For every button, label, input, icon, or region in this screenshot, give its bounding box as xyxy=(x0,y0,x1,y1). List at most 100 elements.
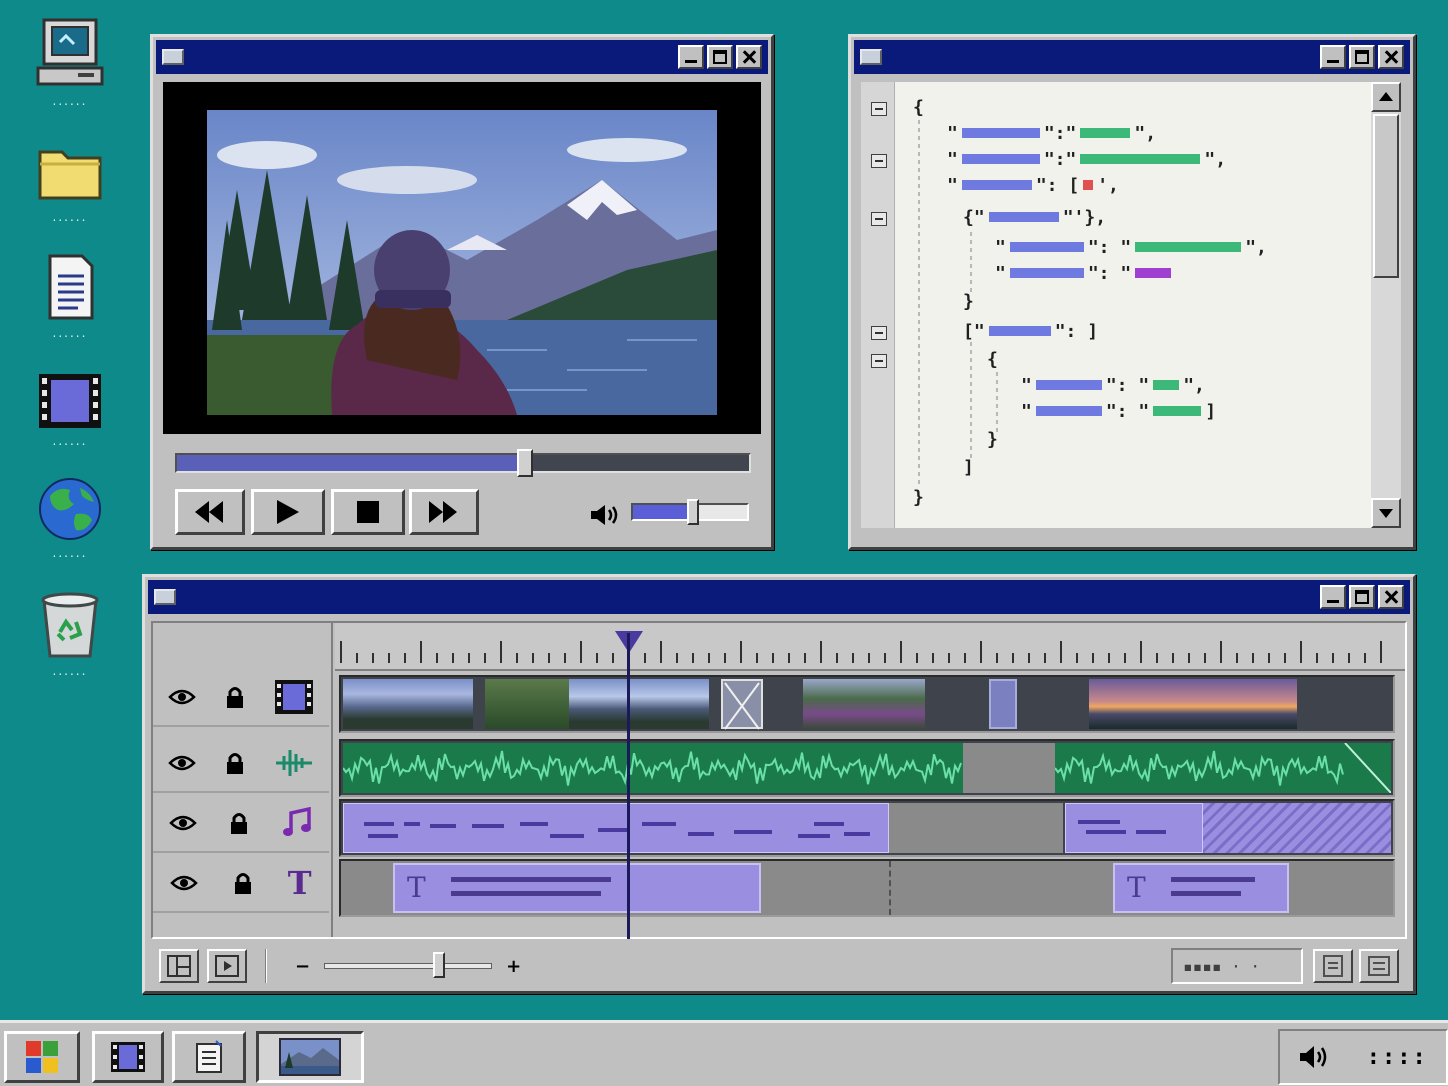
stop-button[interactable] xyxy=(331,489,405,535)
arrow-down-icon xyxy=(1379,509,1393,518)
seek-bar[interactable] xyxy=(175,449,751,477)
text-clip[interactable]: T xyxy=(1113,863,1289,913)
start-button[interactable] xyxy=(4,1031,80,1083)
music-clip-fade[interactable] xyxy=(1203,803,1391,853)
lock-icon[interactable] xyxy=(233,871,253,895)
seek-progress xyxy=(177,455,521,471)
scroll-up-button[interactable] xyxy=(1371,82,1401,112)
text-lane[interactable]: T T xyxy=(339,859,1395,917)
desktop-icon-computer[interactable]: ...... xyxy=(28,18,112,118)
audio-clip[interactable] xyxy=(1054,742,1392,794)
volume-level xyxy=(633,505,693,519)
lock-icon[interactable] xyxy=(225,751,245,775)
transition-clip[interactable] xyxy=(721,679,763,730)
desktop-icon-video[interactable]: ...... xyxy=(28,372,112,472)
video-thumbnail-icon xyxy=(279,1038,341,1076)
eye-icon[interactable] xyxy=(170,874,199,892)
seek-thumb[interactable] xyxy=(517,449,533,477)
taskbar-media-player[interactable] xyxy=(256,1031,364,1083)
zoom-slider[interactable] xyxy=(324,952,493,978)
close-button[interactable] xyxy=(1378,45,1404,69)
video-screen[interactable] xyxy=(163,82,761,434)
maximize-button[interactable] xyxy=(1349,45,1375,69)
close-button[interactable] xyxy=(736,45,762,69)
computer-icon xyxy=(36,18,104,86)
globe-icon xyxy=(39,478,101,540)
code-line: } xyxy=(913,486,924,508)
time-ruler[interactable] xyxy=(335,623,1405,671)
waveform-icon xyxy=(276,750,313,776)
code-line: " ": "] xyxy=(1021,400,1217,422)
zoom-in-button[interactable]: + xyxy=(506,956,521,977)
music-clip[interactable] xyxy=(1065,803,1203,853)
vertical-scrollbar[interactable] xyxy=(1371,82,1401,528)
zoom-thumb[interactable] xyxy=(433,952,446,978)
properties-button[interactable] xyxy=(1313,949,1353,983)
eye-icon[interactable] xyxy=(167,688,196,706)
close-button[interactable] xyxy=(1378,585,1404,609)
fast-forward-button[interactable] xyxy=(409,489,479,535)
minimize-button[interactable] xyxy=(678,45,704,69)
video-clip[interactable] xyxy=(569,679,709,729)
list-view-button[interactable] xyxy=(1359,949,1399,983)
maximize-button[interactable] xyxy=(707,45,733,69)
window-icon xyxy=(154,589,176,605)
properties-icon xyxy=(1323,955,1343,977)
video-file-icon xyxy=(39,374,101,428)
timeline-window: T T T − + ▪▪▪▪ · · xyxy=(142,574,1416,994)
maximize-button[interactable] xyxy=(1349,585,1375,609)
taskbar-text-editor[interactable] xyxy=(172,1031,246,1083)
zoom-out-button[interactable]: − xyxy=(295,956,310,977)
volume-slider[interactable] xyxy=(631,499,749,525)
timeline-titlebar[interactable] xyxy=(148,580,1410,614)
audio-lane[interactable] xyxy=(339,739,1395,797)
stop-icon xyxy=(357,501,379,523)
track-head-music xyxy=(153,795,329,853)
preview-button[interactable] xyxy=(207,949,247,983)
timeline-footer: − + ▪▪▪▪ · · xyxy=(151,943,1407,989)
video-clip[interactable] xyxy=(989,679,1017,729)
video-clip[interactable] xyxy=(485,679,569,729)
rewind-button[interactable] xyxy=(175,489,245,535)
media-player-titlebar[interactable] xyxy=(156,40,768,74)
lock-icon[interactable] xyxy=(225,685,245,709)
desktop-icon-document[interactable]: ...... xyxy=(28,252,112,352)
play-button[interactable] xyxy=(251,489,325,535)
taskbar-video-editor[interactable] xyxy=(92,1031,164,1083)
code-area[interactable]: { " ":" ", " ":" ", " ": [', {" "'}, " ": " ", "… xyxy=(861,82,1401,528)
timeline-body: T T T xyxy=(151,621,1407,939)
split-view-button[interactable] xyxy=(159,949,199,983)
lock-icon[interactable] xyxy=(229,811,249,835)
music-lane[interactable] xyxy=(339,799,1395,857)
minimize-button[interactable] xyxy=(1320,585,1346,609)
eye-icon[interactable] xyxy=(167,754,196,772)
volume-thumb[interactable] xyxy=(687,499,699,525)
video-clip[interactable] xyxy=(1089,679,1297,729)
minimize-button[interactable] xyxy=(1320,45,1346,69)
music-gap xyxy=(889,803,1063,853)
desktop-icon-recycle-bin[interactable]: ...... xyxy=(28,590,112,690)
playhead[interactable] xyxy=(627,633,630,939)
desktop-icon-folder[interactable]: ...... xyxy=(28,142,112,242)
code-line: " ": " ", xyxy=(995,236,1267,258)
windows-logo-icon xyxy=(26,1041,58,1073)
scroll-down-button[interactable] xyxy=(1371,498,1401,528)
speaker-icon[interactable] xyxy=(589,503,621,527)
desktop-icon-globe[interactable]: ...... xyxy=(28,476,112,576)
volume-icon[interactable] xyxy=(1298,1044,1330,1070)
music-note-icon xyxy=(283,807,311,836)
eye-icon[interactable] xyxy=(169,814,197,832)
track-head-audio xyxy=(153,735,329,793)
video-clip[interactable] xyxy=(343,679,473,729)
text-clip[interactable]: T xyxy=(393,863,761,913)
video-clip[interactable] xyxy=(803,679,925,729)
scroll-thumb[interactable] xyxy=(1373,114,1399,278)
code-editor-titlebar[interactable] xyxy=(854,40,1410,74)
code-line: { xyxy=(987,348,998,370)
film-strip-icon xyxy=(111,1042,145,1072)
audio-clip[interactable] xyxy=(342,743,963,793)
layout-icon xyxy=(167,955,191,977)
video-lane[interactable] xyxy=(339,675,1395,733)
notepad-icon xyxy=(196,1040,222,1073)
music-clip[interactable] xyxy=(343,803,889,853)
